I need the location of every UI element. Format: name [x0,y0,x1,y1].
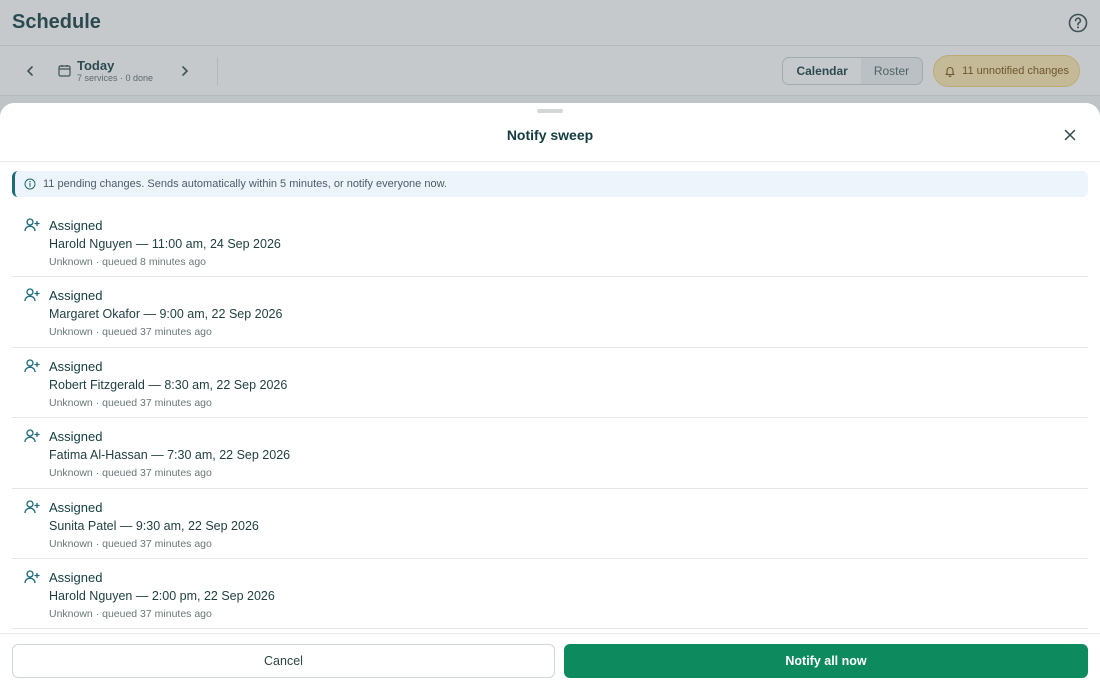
list-item: Assigned Sunita Patel — 9:30 am, 22 Sep … [12,489,1088,559]
change-type: Assigned [49,569,103,585]
change-meta: Unknown · queued 8 minutes ago [49,256,207,268]
sheet-title: Notify sweep [506,127,594,143]
info-banner: 11 pending changes. Sends automatically … [12,171,1088,197]
user-plus-icon [24,429,40,443]
list-item: Assigned Margaret Okafor — 9:00 am, 22 S… [12,277,1088,348]
change-type: Assigned [49,218,103,233]
cancel-button[interactable]: Cancel [12,644,555,678]
change-type: Assigned [49,499,103,515]
change-type: Assigned [49,288,103,304]
list-item: Assigned Harold Nguyen — 11:00 am, 24 Se… [12,207,1088,278]
change-meta: Unknown · queued 37 minutes ago [49,607,212,620]
drag-handle[interactable] [537,109,563,113]
user-plus-icon [24,218,40,232]
info-banner-text: 11 pending changes. Sends automatically … [43,178,447,190]
change-detail: Margaret Okafor — 9:00 am, 22 Sep 2026 [49,307,283,322]
change-detail: Fatima Al-Hassan — 7:30 am, 22 Sep 2026 [49,448,291,463]
change-meta: Unknown · queued 37 minutes ago [49,467,212,480]
notify-all-button[interactable]: Notify all now [564,644,1088,678]
user-plus-icon [24,359,40,372]
close-icon[interactable] [1062,127,1078,143]
list-item: Assigned Fatima Al-Hassan — 7:30 am, 22 … [12,418,1088,489]
user-plus-icon [24,499,40,513]
change-detail: Harold Nguyen — 11:00 am, 24 Sep 2026 [49,237,281,251]
notify-sweep-sheet: Notify sweep 11 pending changes. Sends a… [0,103,1100,687]
sheet-footer: Cancel Notify all now [0,633,1100,687]
change-meta: Unknown · queued 37 minutes ago [49,396,212,409]
info-icon [24,178,36,190]
user-plus-icon [24,570,40,584]
change-detail: Harold Nguyen — 2:00 pm, 22 Sep 2026 [49,588,275,603]
change-meta: Unknown · queued 37 minutes ago [49,537,212,550]
list-item: Assigned Robert Fitzgerald — 8:30 am, 22… [12,348,1088,419]
change-detail: Sunita Patel — 9:30 am, 22 Sep 2026 [49,518,259,533]
change-meta: Unknown · queued 37 minutes ago [49,326,212,339]
change-type: Assigned [49,429,103,445]
change-detail: Robert Fitzgerald — 8:30 am, 22 Sep 2026 [49,377,288,392]
divider [0,161,1100,162]
list-item: Assigned Harold Nguyen — 2:00 pm, 22 Sep… [12,559,1088,630]
pending-changes-list: Assigned Harold Nguyen — 11:00 am, 24 Se… [12,207,1088,630]
user-plus-icon [24,288,40,302]
change-type: Assigned [49,358,103,374]
